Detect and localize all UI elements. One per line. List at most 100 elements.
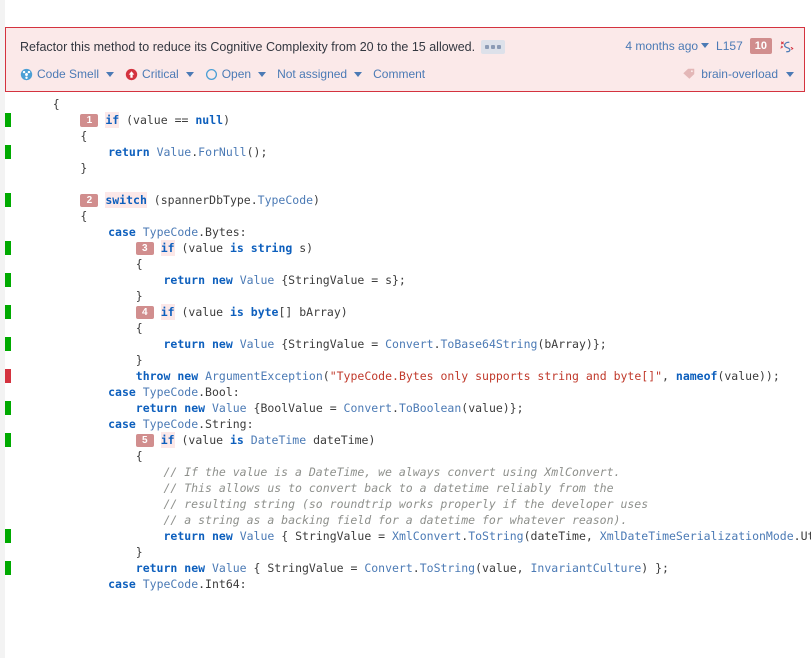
complexity-flow-badge[interactable]: 5 (135, 434, 154, 447)
code-token: new (211, 337, 233, 351)
code-token: Value (211, 401, 247, 415)
coverage-bar-covered[interactable] (5, 305, 11, 319)
code-token: (); (246, 145, 268, 159)
issue-age-dropdown[interactable]: 4 months ago (625, 39, 710, 53)
complexity-flow-badge[interactable]: 3 (135, 242, 154, 255)
code-token: . (191, 145, 199, 159)
code-token: DateTime (250, 433, 307, 447)
chevron-down-icon (185, 71, 194, 77)
code-token: (spannerDbType. (146, 193, 258, 207)
chevron-down-icon (106, 71, 115, 77)
code-line: return new Value {StringValue = Convert.… (0, 336, 811, 352)
issue-severity-label: Critical (142, 67, 179, 81)
code-token: { (25, 209, 88, 223)
code-token: (value (174, 305, 230, 319)
chevron-down-icon (701, 43, 710, 48)
coverage-bar-covered[interactable] (5, 433, 11, 447)
code-token: case (108, 225, 136, 239)
code-line: { (0, 128, 811, 144)
code-token: ( (322, 369, 330, 383)
code-token: return (135, 561, 178, 575)
code-line: case TypeCode.Int64: (0, 576, 811, 592)
coverage-bar-covered[interactable] (5, 529, 11, 543)
code-line: return new Value { StringValue = Convert… (0, 560, 811, 576)
code-token: // This allows us to convert back to a d… (163, 481, 614, 495)
method-signature-line: public static Value 10 ToValue(object va… (0, 0, 811, 57)
code-token: ToBase64String (440, 337, 538, 351)
code-token: { (25, 97, 60, 111)
coverage-bar-covered[interactable] (5, 561, 11, 575)
complexity-flow-badge[interactable]: 2 (80, 194, 99, 207)
complexity-flow-badge[interactable]: 4 (135, 306, 154, 319)
code-line: 2 switch (spannerDbType.TypeCode) (0, 192, 811, 208)
code-token: new (211, 273, 233, 287)
coverage-bar-covered[interactable] (5, 241, 11, 255)
code-token: (dateTime, (523, 529, 600, 543)
complexity-flow-badge[interactable]: 1 (80, 114, 99, 127)
code-token: .Int64: (198, 577, 247, 591)
code-token: ArgumentException (205, 369, 323, 383)
coverage-bar-covered[interactable] (5, 401, 11, 415)
issue-severity-dropdown[interactable]: Critical (125, 67, 194, 81)
code-token: return (163, 529, 206, 543)
coverage-bar-covered[interactable] (5, 273, 11, 287)
code-token: ToBoolean (398, 401, 462, 415)
coverage-bar-covered[interactable] (5, 337, 11, 351)
issue-comment-label: Comment (373, 67, 426, 81)
issue-comment-button[interactable]: Comment (373, 67, 425, 81)
code-token: . (412, 561, 420, 575)
code-token: byte (250, 305, 279, 319)
code-token: InvariantCulture (530, 561, 642, 575)
code-token: Value (239, 337, 275, 351)
sonar-rule-icon[interactable] (779, 39, 794, 54)
code-token: new (211, 529, 233, 543)
issue-type-dropdown[interactable]: Code Smell (20, 67, 115, 81)
code-token: ) (313, 193, 320, 207)
code-token: ToString (419, 561, 476, 575)
code-token: . (461, 529, 469, 543)
coverage-bar-uncovered[interactable] (5, 369, 11, 383)
code-token: (bArray)}; (537, 337, 607, 351)
issue-tags-dropdown[interactable]: brain-overload (682, 64, 794, 84)
code-line: case TypeCode.Bool: (0, 384, 811, 400)
issue-effort-badge: 10 (749, 38, 772, 54)
code-token: TypeCode (142, 577, 199, 591)
coverage-bar-covered[interactable] (5, 193, 11, 207)
code-token: dateTime) (306, 433, 376, 447)
issue-age-label: 4 months ago (625, 39, 699, 53)
code-token: return (135, 401, 178, 415)
issue-line-ref[interactable]: L157 (716, 39, 743, 53)
issue-status-dropdown[interactable]: Open (205, 67, 267, 81)
code-token: is (229, 241, 244, 255)
code-token: // resulting string (so roundtrip works … (163, 497, 649, 511)
coverage-bar-covered[interactable] (5, 145, 11, 159)
issue-card[interactable]: Refactor this method to reduce its Cogni… (5, 27, 805, 92)
code-token: is (229, 433, 244, 447)
issue-assignee-dropdown[interactable]: Not assigned (277, 67, 363, 81)
code-line: } (0, 544, 811, 560)
code-token: .String: (198, 417, 254, 431)
code-token: "TypeCode.Bytes only supports string and… (329, 369, 663, 383)
issue-more-button[interactable] (481, 40, 506, 54)
code-token: XmlConvert (392, 529, 462, 543)
sonar-issue-code-viewer: public static Value 10 ToValue(object va… (0, 0, 811, 658)
code-token: ) }; (641, 561, 669, 575)
coverage-bar-covered[interactable] (5, 113, 11, 127)
chevron-down-icon (786, 71, 794, 77)
code-token: (value, (475, 561, 531, 575)
